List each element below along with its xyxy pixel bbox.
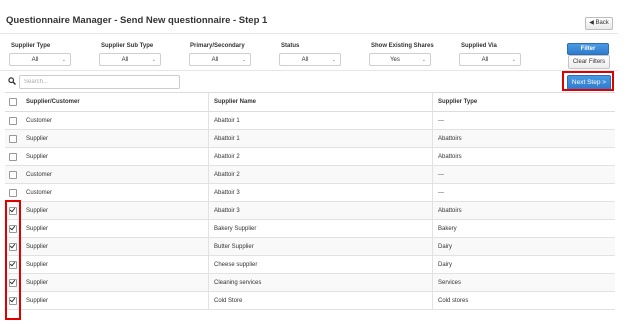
- filter-label-primary-secondary: Primary/Secondary: [190, 43, 245, 49]
- page-title: Questionnaire Manager - Send New questio…: [6, 15, 268, 26]
- cell-supplier-name: Abattoir 2: [208, 147, 433, 166]
- row-checkbox[interactable]: [9, 170, 17, 179]
- cell-supplier-name: Cleaning services: [208, 273, 433, 292]
- primary-secondary-select[interactable]: All ⌄: [189, 53, 251, 66]
- row-checkbox[interactable]: [9, 152, 17, 161]
- highlight-box-next-step: [562, 71, 614, 91]
- cell-supplier-type: Dairy: [432, 237, 615, 256]
- title-divider: [0, 33, 618, 34]
- filter-label-supplier-type: Supplier Type: [11, 43, 51, 49]
- cell-supplier-customer: Supplier: [21, 237, 209, 256]
- column-header-supplier-name[interactable]: Supplier Name: [208, 92, 433, 112]
- cell-supplier-name: Abattoir 3: [208, 183, 433, 202]
- table-row[interactable]: Supplier Butter Supplier Dairy: [5, 237, 615, 256]
- row-checkbox-cell[interactable]: [5, 183, 21, 202]
- chevron-down-icon: ⌄: [511, 57, 516, 63]
- row-checkbox-cell[interactable]: [5, 111, 21, 130]
- cell-supplier-customer: Supplier: [21, 291, 209, 310]
- cell-supplier-customer: Supplier: [21, 255, 209, 274]
- status-select[interactable]: All ⌄: [279, 53, 341, 66]
- cell-supplier-name: Cheese supplier: [208, 255, 433, 274]
- row-checkbox-cell[interactable]: [5, 129, 21, 148]
- supplier-sub-type-select[interactable]: All ⌄: [99, 53, 161, 66]
- cell-supplier-type: Services: [432, 273, 615, 292]
- column-header-supplier-customer[interactable]: Supplier/Customer: [21, 92, 209, 112]
- cell-supplier-name: Bakery Supplier: [208, 219, 433, 238]
- cell-supplier-name: Abattoir 3: [208, 201, 433, 220]
- row-checkbox[interactable]: [9, 134, 17, 143]
- column-header-supplier-type[interactable]: Supplier Type: [432, 92, 615, 112]
- cell-supplier-type: Abattoirs: [432, 147, 615, 166]
- supplier-type-select[interactable]: All ⌄: [9, 53, 71, 66]
- suppliers-table: Supplier/Customer Supplier Name Supplier…: [5, 92, 615, 310]
- search-input[interactable]: [19, 75, 180, 89]
- cell-supplier-type: Bakery: [432, 219, 615, 238]
- cell-supplier-customer: Supplier: [21, 273, 209, 292]
- row-checkbox[interactable]: [9, 116, 17, 125]
- filter-label-supplied-via: Supplied Via: [461, 43, 497, 49]
- cell-supplier-customer: Supplier: [21, 129, 209, 148]
- cell-supplier-name: Abattoir 1: [208, 111, 433, 130]
- cell-supplier-customer: Supplier: [21, 201, 209, 220]
- table-row[interactable]: Supplier Cold Store Cold stores: [5, 291, 615, 310]
- cell-supplier-type: ---: [432, 165, 615, 184]
- highlight-box-selected-rows: [5, 200, 21, 320]
- cell-supplier-customer: Supplier: [21, 219, 209, 238]
- back-button[interactable]: ◀ Back: [585, 17, 613, 30]
- chevron-down-icon: ⌄: [61, 57, 66, 63]
- row-checkbox[interactable]: [9, 188, 17, 197]
- row-checkbox-cell[interactable]: [5, 165, 21, 184]
- cell-supplier-customer: Customer: [21, 183, 209, 202]
- cell-supplier-type: Dairy: [432, 255, 615, 274]
- cell-supplier-customer: Customer: [21, 165, 209, 184]
- cell-supplier-name: Butter Supplier: [208, 237, 433, 256]
- cell-supplier-name: Abattoir 2: [208, 165, 433, 184]
- cell-supplier-customer: Customer: [21, 111, 209, 130]
- supplied-via-select[interactable]: All ⌄: [459, 53, 521, 66]
- chevron-down-icon: ⌄: [241, 57, 246, 63]
- show-existing-shares-select[interactable]: Yes ⌄: [369, 53, 431, 66]
- cell-supplier-customer: Supplier: [21, 147, 209, 166]
- table-row[interactable]: Customer Abattoir 3 ---: [5, 183, 615, 202]
- cell-supplier-type: ---: [432, 111, 615, 130]
- filter-label-status: Status: [281, 43, 300, 49]
- chevron-down-icon: ⌄: [151, 57, 156, 63]
- filter-button[interactable]: Filter: [567, 43, 609, 55]
- cell-supplier-type: ---: [432, 183, 615, 202]
- cell-supplier-type: Abattoirs: [432, 129, 615, 148]
- clear-filters-button[interactable]: Clear Filters: [568, 55, 610, 69]
- filter-divider: [0, 70, 618, 71]
- select-all-checkbox[interactable]: [9, 98, 17, 106]
- table-row[interactable]: Supplier Abattoir 1 Abattoirs: [5, 129, 615, 148]
- table-row[interactable]: Supplier Bakery Supplier Bakery: [5, 219, 615, 238]
- table-row[interactable]: Supplier Cheese supplier Dairy: [5, 255, 615, 274]
- cell-supplier-name: Cold Store: [208, 291, 433, 310]
- cell-supplier-type: Abattoirs: [432, 201, 615, 220]
- table-row[interactable]: Supplier Cleaning services Services: [5, 273, 615, 292]
- filter-label-show-existing-shares: Show Existing Shares: [371, 43, 434, 49]
- table-row[interactable]: Supplier Abattoir 2 Abattoirs: [5, 147, 615, 166]
- table-row[interactable]: Customer Abattoir 1 ---: [5, 111, 615, 130]
- select-all-cell[interactable]: [5, 92, 21, 112]
- table-row[interactable]: Supplier Abattoir 3 Abattoirs: [5, 201, 615, 220]
- filter-label-supplier-sub-type: Supplier Sub Type: [101, 43, 154, 49]
- row-checkbox-cell[interactable]: [5, 147, 21, 166]
- cell-supplier-type: Cold stores: [432, 291, 615, 310]
- table-header-row: Supplier/Customer Supplier Name Supplier…: [5, 92, 615, 112]
- chevron-down-icon: ⌄: [331, 57, 336, 63]
- cell-supplier-name: Abattoir 1: [208, 129, 433, 148]
- chevron-down-icon: ⌄: [421, 57, 426, 63]
- magnifier-icon: [8, 77, 16, 87]
- table-row[interactable]: Customer Abattoir 2 ---: [5, 165, 615, 184]
